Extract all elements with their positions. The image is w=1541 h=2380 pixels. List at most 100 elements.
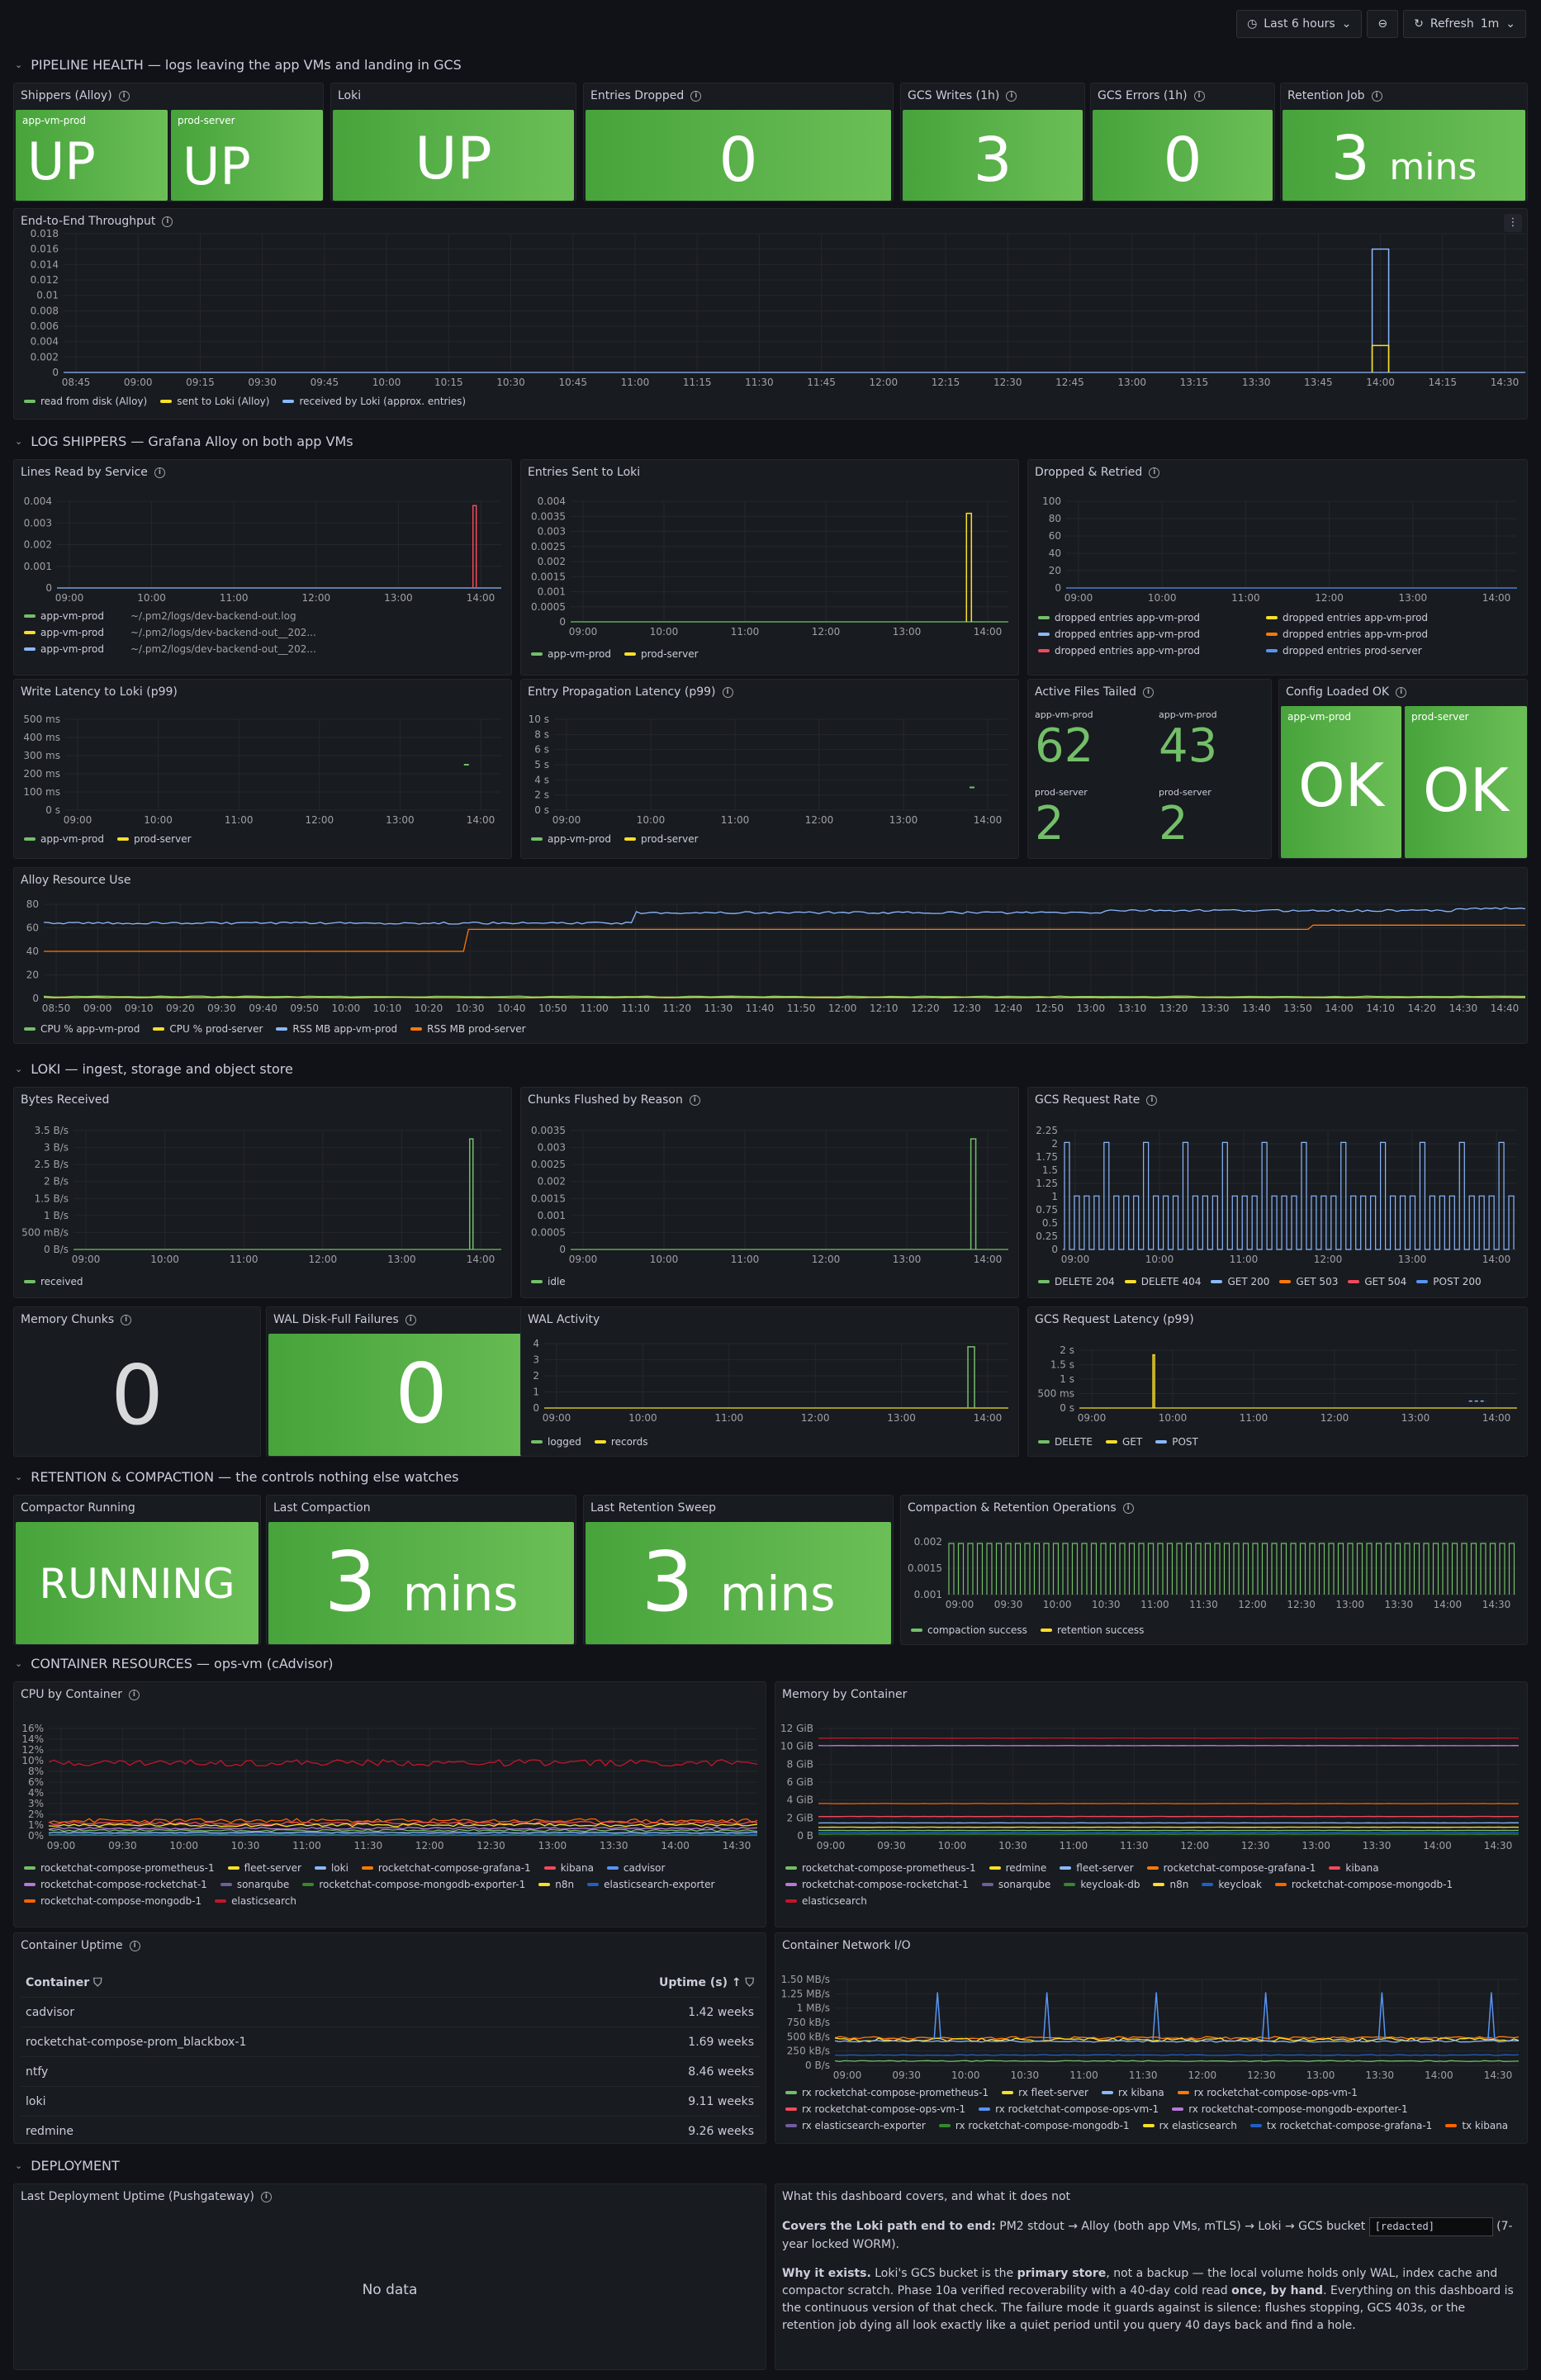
legend-item[interactable]: rocketchat-compose-rocketchat-1 [785,1879,969,1890]
legend-item[interactable]: rocketchat-compose-mongodb-1 [1274,1879,1453,1890]
legend-item[interactable]: dropped entries app-vm-prod [1038,612,1253,623]
legend-item[interactable]: n8n [1153,1879,1188,1890]
legend-item[interactable]: rx rocketchat-compose-mongodb-exporter-1 [1172,2103,1408,2115]
legend-item[interactable]: app-vm-prod ~/.pm2/logs/dev-backend-out.l… [24,610,296,622]
row-deployment[interactable]: ⌄ DEPLOYMENT [15,2155,120,2175]
legend-item[interactable]: RSS MB app-vm-prod [276,1023,397,1035]
legend-item[interactable]: dropped entries app-vm-prod [1038,645,1253,657]
legend-item[interactable]: kibana [543,1862,594,1874]
info-icon[interactable]: i [1006,90,1017,102]
legend-item[interactable]: keycloak [1202,1879,1262,1890]
legend-item[interactable]: rx kibana [1101,2087,1164,2098]
legend-item[interactable]: app-vm-prod [24,833,104,845]
legend-item[interactable]: received by Loki (approx. entries) [282,396,466,407]
legend-item[interactable]: rocketchat-compose-prometheus-1 [24,1862,215,1874]
info-icon[interactable]: i [1143,686,1155,698]
info-icon[interactable]: i [129,1940,140,1951]
row-pipeline-health[interactable]: ⌄ PIPELINE HEALTH — logs leaving the app … [15,55,462,74]
legend-item[interactable]: rx elasticsearch [1142,2120,1237,2131]
column-header-container[interactable]: Container ⛉ [26,1976,102,1989]
legend-item[interactable]: retention success [1040,1624,1144,1636]
row-log-shippers[interactable]: ⌄ LOG SHIPPERS — Grafana Alloy on both ap… [15,431,353,451]
legend-item[interactable]: rx rocketchat-compose-ops-vm-1 [979,2103,1159,2115]
info-icon[interactable]: i [1193,90,1205,102]
legend-item[interactable]: received [24,1276,83,1287]
legend-item[interactable]: rocketchat-compose-mongodb-1 [24,1895,202,1907]
row-retention[interactable]: ⌄ RETENTION & COMPACTION — the controls n… [15,1467,459,1486]
legend-item[interactable]: compaction success [911,1624,1027,1636]
legend-item[interactable]: elasticsearch [785,1895,867,1907]
info-icon[interactable]: i [121,1314,132,1325]
legend-item[interactable]: cadvisor [606,1862,665,1874]
info-icon[interactable]: i [1371,90,1382,102]
legend-item[interactable]: CPU % app-vm-prod [24,1023,140,1035]
legend-item[interactable]: sonarqube [981,1879,1050,1890]
info-icon[interactable]: i [260,2191,272,2202]
legend-item[interactable]: rx elasticsearch-exporter [785,2120,926,2131]
legend-item[interactable]: rx rocketchat-compose-mongodb-1 [938,2120,1130,2131]
legend-item[interactable]: rx rocketchat-compose-ops-vm-1 [1177,2087,1358,2098]
refresh-interval[interactable]: 1m [1481,17,1500,31]
filter-icon[interactable]: ⛉ [746,1976,755,1989]
legend-item[interactable]: keycloak-db [1064,1879,1140,1890]
legend-item[interactable]: DELETE 404 [1124,1276,1201,1287]
refresh-button[interactable]: ↻ Refresh 1m ⌄ [1403,10,1526,38]
legend-item[interactable]: prod-server [624,833,699,845]
legend-item[interactable]: n8n [538,1879,574,1890]
legend-item[interactable]: prod-server [624,648,699,660]
row-loki[interactable]: ⌄ LOKI — ingest, storage and object store [15,1059,293,1079]
legend-item[interactable]: rx rocketchat-compose-ops-vm-1 [785,2103,965,2115]
legend-item[interactable]: rocketchat-compose-prometheus-1 [785,1862,976,1874]
legend-item[interactable]: POST [1155,1436,1198,1448]
legend-item[interactable]: dropped entries app-vm-prod [1266,612,1481,623]
legend-item[interactable]: rx fleet-server [1002,2087,1088,2098]
legend-item[interactable]: tx rocketchat-compose-grafana-1 [1249,2120,1432,2131]
info-icon[interactable]: i [1396,686,1407,698]
row-containers[interactable]: ⌄ CONTAINER RESOURCES — ops-vm (cAdvisor) [15,1653,334,1673]
legend-item[interactable]: RSS MB prod-server [410,1023,526,1035]
info-icon[interactable]: i [118,90,130,102]
legend-item[interactable]: elasticsearch [215,1895,296,1907]
legend-item[interactable]: dropped entries app-vm-prod [1266,628,1481,640]
legend-item[interactable]: DELETE 204 [1038,1276,1115,1287]
legend-item[interactable]: records [594,1436,648,1448]
legend-item[interactable]: GET 503 [1279,1276,1338,1287]
legend-item[interactable]: POST 200 [1416,1276,1482,1287]
legend-item[interactable]: prod-server [116,833,192,845]
legend-item[interactable]: read from disk (Alloy) [24,396,147,407]
legend-item[interactable]: CPU % prod-server [153,1023,263,1035]
legend-item[interactable]: rocketchat-compose-grafana-1 [361,1862,531,1874]
legend-item[interactable]: redmine [989,1862,1046,1874]
info-icon[interactable]: i [690,90,702,102]
legend-item[interactable]: rx rocketchat-compose-prometheus-1 [785,2087,989,2098]
legend-item[interactable]: kibana [1329,1862,1379,1874]
legend-item[interactable]: sent to Loki (Alloy) [160,396,269,407]
legend-item[interactable]: dropped entries prod-server [1266,645,1481,657]
legend-item[interactable]: DELETE [1038,1436,1093,1448]
legend-item[interactable]: fleet-server [1060,1862,1134,1874]
legend-item[interactable]: loki [314,1862,349,1874]
legend-item[interactable]: rocketchat-compose-mongodb-exporter-1 [302,1879,525,1890]
sort-ascending-icon[interactable]: ↑ [732,1976,742,1989]
legend-item[interactable]: tx kibana [1445,2120,1508,2131]
time-range-picker[interactable]: ◷ Last 6 hours ⌄ [1236,10,1363,38]
legend-item[interactable]: app-vm-prod [531,648,611,660]
legend-item[interactable]: GET 200 [1211,1276,1269,1287]
legend-item[interactable]: elasticsearch-exporter [587,1879,714,1890]
legend-item[interactable]: GET [1106,1436,1142,1448]
legend-item[interactable]: logged [531,1436,581,1448]
legend-item[interactable]: rocketchat-compose-grafana-1 [1146,1862,1316,1874]
column-header-uptime[interactable]: Uptime (s) ↑ ⛉ [659,1976,754,1989]
info-icon[interactable]: i [405,1314,416,1325]
legend-item[interactable]: app-vm-prod ~/.pm2/logs/dev-backend-out__… [24,627,316,638]
filter-icon[interactable]: ⛉ [93,1976,102,1989]
legend-item[interactable]: app-vm-prod [531,833,611,845]
legend-item[interactable]: dropped entries app-vm-prod [1038,628,1253,640]
legend-item[interactable]: fleet-server [227,1862,301,1874]
legend-item[interactable]: rocketchat-compose-rocketchat-1 [24,1879,207,1890]
legend-item[interactable]: idle [531,1276,566,1287]
legend-item[interactable]: GET 504 [1348,1276,1406,1287]
legend-item[interactable]: app-vm-prod ~/.pm2/logs/dev-backend-out__… [24,643,316,655]
legend-item[interactable]: sonarqube [220,1879,289,1890]
zoom-out-button[interactable]: ⊖ [1367,10,1399,38]
